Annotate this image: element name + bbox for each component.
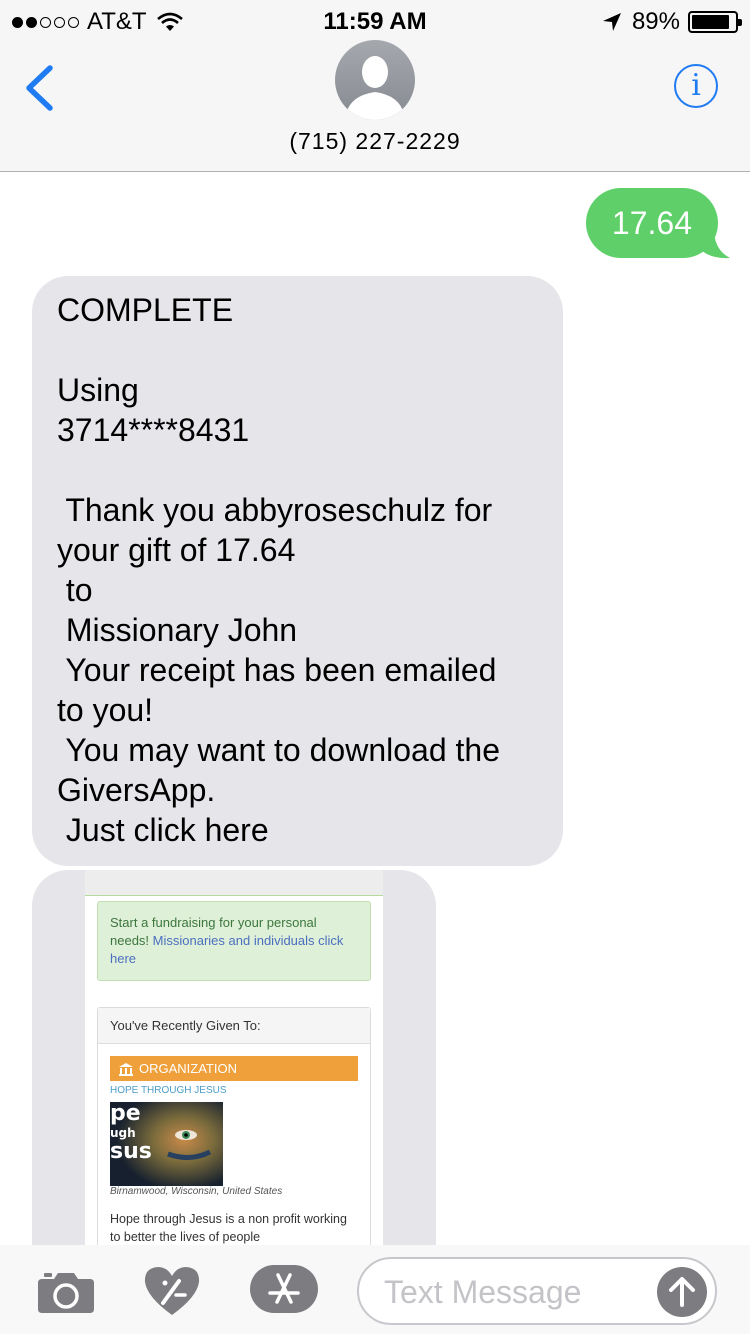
back-chevron-icon[interactable] [22,64,56,112]
battery-icon [688,11,742,33]
message-line: Just click here [57,812,269,848]
image-text-line: pe [110,1102,141,1126]
message-line [57,450,538,490]
contact-avatar-icon[interactable] [335,40,415,120]
message-line: Using [57,372,139,408]
send-arrow-icon[interactable] [657,1267,707,1317]
recently-given-heading: You've Recently Given To: [98,1008,370,1044]
conversation-header: (715) 227-2229 i [0,40,750,172]
message-line: 3714****8431 [57,412,250,448]
message-line: to [57,572,93,608]
status-right: 89% [602,8,742,36]
battery-tip [738,19,742,26]
up-arrow-glyph [669,1277,695,1307]
app-store-glyph [268,1273,300,1304]
message-line: Thank you abbyroseschulz for [57,492,493,528]
message-line: Your receipt has been emailed [57,652,497,688]
message-line: your gift of 17.64 [57,532,296,568]
message-input-bar: Text Message [0,1245,750,1334]
image-text-line: ugh [110,1126,136,1140]
message-line [57,330,538,370]
contact-number[interactable]: (715) 227-2229 [0,128,750,155]
info-icon[interactable]: i [674,64,718,108]
building-icon [119,1062,133,1076]
recently-given-panel: You've Recently Given To: ORGANIZATION H… [97,1007,371,1245]
fundraising-notice: Start a fundraising for your personal ne… [97,901,371,981]
link-preview-card[interactable]: Start a fundraising for your personal ne… [32,870,436,1245]
organization-description: Hope through Jesus is a non profit worki… [110,1212,347,1244]
message-thread[interactable]: 17.64 COMPLETE Using 3714****8431 Thank yo… [0,173,750,1245]
image-text-line: sus [110,1139,152,1164]
message-line: Missionary John [57,612,298,648]
message-line: You may want to download the [57,732,500,768]
battery-level [692,15,730,29]
app-store-icon[interactable] [250,1265,318,1313]
digital-touch-heart-icon[interactable] [143,1265,201,1317]
organization-label: ORGANIZATION [139,1061,237,1076]
person-silhouette-icon [345,56,405,120]
incoming-message-bubble[interactable]: COMPLETE Using 3714****8431 Thank you abby… [32,276,563,866]
organization-image: pe ugh sus [110,1102,223,1186]
organization-location: Birnamwood, Wisconsin, United States [110,1186,283,1197]
location-arrow-icon [602,13,621,31]
bubble-tail [700,233,730,259]
organization-label-bar: ORGANIZATION [110,1056,358,1081]
message-line: to you! [57,692,154,728]
camera-icon[interactable] [38,1269,94,1313]
message-line: COMPLETE [57,292,234,328]
text-message-input[interactable]: Text Message [357,1257,717,1325]
battery-percent: 89% [631,8,680,35]
outgoing-message-bubble[interactable]: 17.64 [585,188,718,258]
preview-screenshot: Start a fundraising for your personal ne… [85,870,383,1245]
message-line: GiversApp. [57,772,216,808]
organization-image-text: pe ugh sus [110,1102,152,1164]
organization-name: HOPE THROUGH JESUS [110,1085,227,1096]
status-bar: AT&T 11:59 AM 89% [0,0,750,40]
text-message-placeholder: Text Message [384,1274,582,1310]
